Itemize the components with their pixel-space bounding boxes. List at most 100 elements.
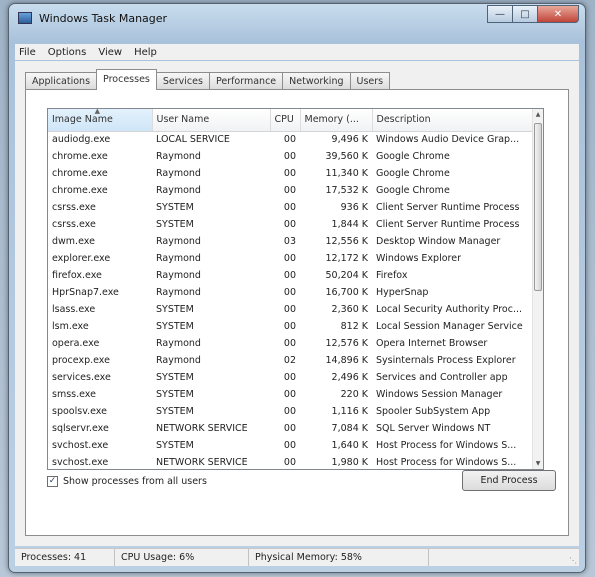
column-header-cpu[interactable]: CPU xyxy=(270,109,301,132)
process-image-name: services.exe xyxy=(52,372,111,383)
process-user-name: SYSTEM xyxy=(156,372,194,383)
column-header-user-name[interactable]: User Name xyxy=(152,109,271,132)
process-description: Spooler SubSystem App xyxy=(376,406,491,417)
table-row[interactable]: lsm.exe SYSTEM 00 812 K Local Session Manage… xyxy=(48,318,534,335)
process-memory: 1,980 K xyxy=(331,457,368,468)
process-cpu: 00 xyxy=(283,134,296,146)
maximize-icon: □ xyxy=(520,8,530,20)
process-cpu: 00 xyxy=(283,457,296,468)
process-image-name: HprSnap7.exe xyxy=(52,287,119,298)
process-image-name: sqlservr.exe xyxy=(52,423,109,434)
column-header-description[interactable]: Description xyxy=(372,109,535,132)
process-user-name: Raymond xyxy=(156,287,201,298)
process-cpu: 00 xyxy=(283,304,296,315)
menu-options[interactable]: Options xyxy=(48,47,87,58)
process-image-name: spoolsv.exe xyxy=(52,406,107,417)
table-row[interactable]: svchost.exe SYSTEM 00 1,640 K Host Process f… xyxy=(48,437,534,454)
tab-performance[interactable]: Performance xyxy=(208,72,284,90)
table-row[interactable]: chrome.exe Raymond 00 11,340 K Google Chrome xyxy=(48,165,534,182)
table-row[interactable]: csrss.exe SYSTEM 00 936 K Client Server Runt… xyxy=(48,199,534,216)
close-button[interactable]: ✕ xyxy=(537,5,579,23)
process-description: Opera Internet Browser xyxy=(376,338,488,349)
process-user-name: NETWORK SERVICE xyxy=(156,423,248,434)
process-image-name: explorer.exe xyxy=(52,253,111,264)
table-row[interactable]: chrome.exe Raymond 00 39,560 K Google Chrome xyxy=(48,148,534,165)
menu-help[interactable]: Help xyxy=(134,47,157,58)
process-image-name: chrome.exe xyxy=(52,168,108,179)
table-row[interactable]: procexp.exe Raymond 02 14,896 K Sysinternals… xyxy=(48,352,534,369)
main-content: Applications Processes Services Performa… xyxy=(15,61,579,546)
show-all-users-checkbox[interactable]: ✓ xyxy=(47,476,58,487)
process-image-name: csrss.exe xyxy=(52,202,96,213)
table-row[interactable]: chrome.exe Raymond 00 17,532 K Google Chrome xyxy=(48,182,534,199)
process-description: Local Security Authority Proc... xyxy=(376,304,523,315)
table-row[interactable]: csrss.exe SYSTEM 00 1,844 K Client Server Ru… xyxy=(48,216,534,233)
process-memory: 17,532 K xyxy=(325,185,369,196)
process-memory: 936 K xyxy=(340,202,368,213)
process-user-name: Raymond xyxy=(156,355,201,366)
process-memory: 1,640 K xyxy=(331,440,368,451)
vertical-scrollbar[interactable]: ▲ ▼ xyxy=(532,109,543,469)
tab-users[interactable]: Users xyxy=(349,72,391,90)
processes-panel: ▲ Image Name User Name CPU Memory (... De… xyxy=(25,89,569,536)
process-cpu: 00 xyxy=(283,406,296,417)
status-physical-memory: Physical Memory: 58% xyxy=(249,549,429,566)
process-memory: 14,896 K xyxy=(325,355,369,366)
table-row[interactable]: services.exe SYSTEM 00 2,496 K Services and … xyxy=(48,369,534,386)
resize-grip-icon[interactable]: ⋱ xyxy=(569,556,577,565)
table-row[interactable]: dwm.exe Raymond 03 12,556 K Desktop Window M… xyxy=(48,233,534,250)
process-image-name: csrss.exe xyxy=(52,219,96,230)
process-description: Client Server Runtime Process xyxy=(376,202,520,213)
table-row[interactable]: smss.exe SYSTEM 00 220 K Windows Session Man… xyxy=(48,386,534,403)
scroll-down-icon[interactable]: ▼ xyxy=(533,458,543,469)
process-image-name: lsm.exe xyxy=(52,321,89,332)
process-table-body: audiodg.exe LOCAL SERVICE 00 9,496 K Windows… xyxy=(48,131,534,469)
menu-bar: File Options View Help xyxy=(15,44,579,60)
tab-processes[interactable]: Processes xyxy=(96,69,157,90)
process-list[interactable]: ▲ Image Name User Name CPU Memory (... De… xyxy=(47,108,544,470)
table-row[interactable]: firefox.exe Raymond 00 50,204 K Firefox xyxy=(48,267,534,284)
process-image-name: firefox.exe xyxy=(52,270,102,281)
process-cpu: 00 xyxy=(283,185,296,196)
scroll-thumb[interactable] xyxy=(534,123,542,291)
minimize-button[interactable]: — xyxy=(487,5,513,23)
tab-services[interactable]: Services xyxy=(155,72,210,90)
table-row[interactable]: spoolsv.exe SYSTEM 00 1,116 K Spooler SubSys… xyxy=(48,403,534,420)
process-user-name: SYSTEM xyxy=(156,202,194,213)
process-memory: 9,496 K xyxy=(331,134,368,146)
process-image-name: chrome.exe xyxy=(52,185,108,196)
tab-networking[interactable]: Networking xyxy=(282,72,351,90)
process-cpu: 00 xyxy=(283,151,296,162)
table-row[interactable]: HprSnap7.exe Raymond 00 16,700 K HyperSnap xyxy=(48,284,534,301)
column-header-image-name[interactable]: ▲ Image Name xyxy=(48,109,153,132)
table-row[interactable]: svchost.exe NETWORK SERVICE 00 1,980 K Host … xyxy=(48,454,534,469)
end-process-button[interactable]: End Process xyxy=(462,470,556,491)
process-memory: 2,496 K xyxy=(331,372,368,383)
process-cpu: 00 xyxy=(283,253,296,264)
table-row[interactable]: sqlservr.exe NETWORK SERVICE 00 7,084 K SQL … xyxy=(48,420,534,437)
menu-file[interactable]: File xyxy=(19,47,36,58)
table-row[interactable]: audiodg.exe LOCAL SERVICE 00 9,496 K Windows… xyxy=(48,131,534,148)
scroll-up-icon[interactable]: ▲ xyxy=(533,109,543,120)
show-all-users-label[interactable]: Show processes from all users xyxy=(63,476,207,487)
process-image-name: lsass.exe xyxy=(52,304,96,315)
process-cpu: 00 xyxy=(283,168,296,179)
process-user-name: Raymond xyxy=(156,236,201,247)
table-row[interactable]: explorer.exe Raymond 00 12,172 K Windows Exp… xyxy=(48,250,534,267)
title-bar[interactable]: Windows Task Manager — □ ✕ xyxy=(9,4,585,32)
show-all-users-option[interactable]: ✓ Show processes from all users xyxy=(47,476,207,487)
process-memory: 12,172 K xyxy=(325,253,369,264)
process-user-name: SYSTEM xyxy=(156,219,194,230)
process-user-name: SYSTEM xyxy=(156,321,194,332)
table-row[interactable]: lsass.exe SYSTEM 00 2,360 K Local Security A… xyxy=(48,301,534,318)
minimize-icon: — xyxy=(495,8,505,20)
process-user-name: NETWORK SERVICE xyxy=(156,457,248,468)
table-row[interactable]: opera.exe Raymond 00 12,576 K Opera Internet… xyxy=(48,335,534,352)
process-memory: 16,700 K xyxy=(325,287,369,298)
maximize-button[interactable]: □ xyxy=(512,5,538,23)
tab-applications[interactable]: Applications xyxy=(25,72,98,90)
process-description: Google Chrome xyxy=(376,168,450,179)
process-memory: 11,340 K xyxy=(325,168,369,179)
column-header-memory[interactable]: Memory (... xyxy=(300,109,373,132)
menu-view[interactable]: View xyxy=(98,47,122,58)
